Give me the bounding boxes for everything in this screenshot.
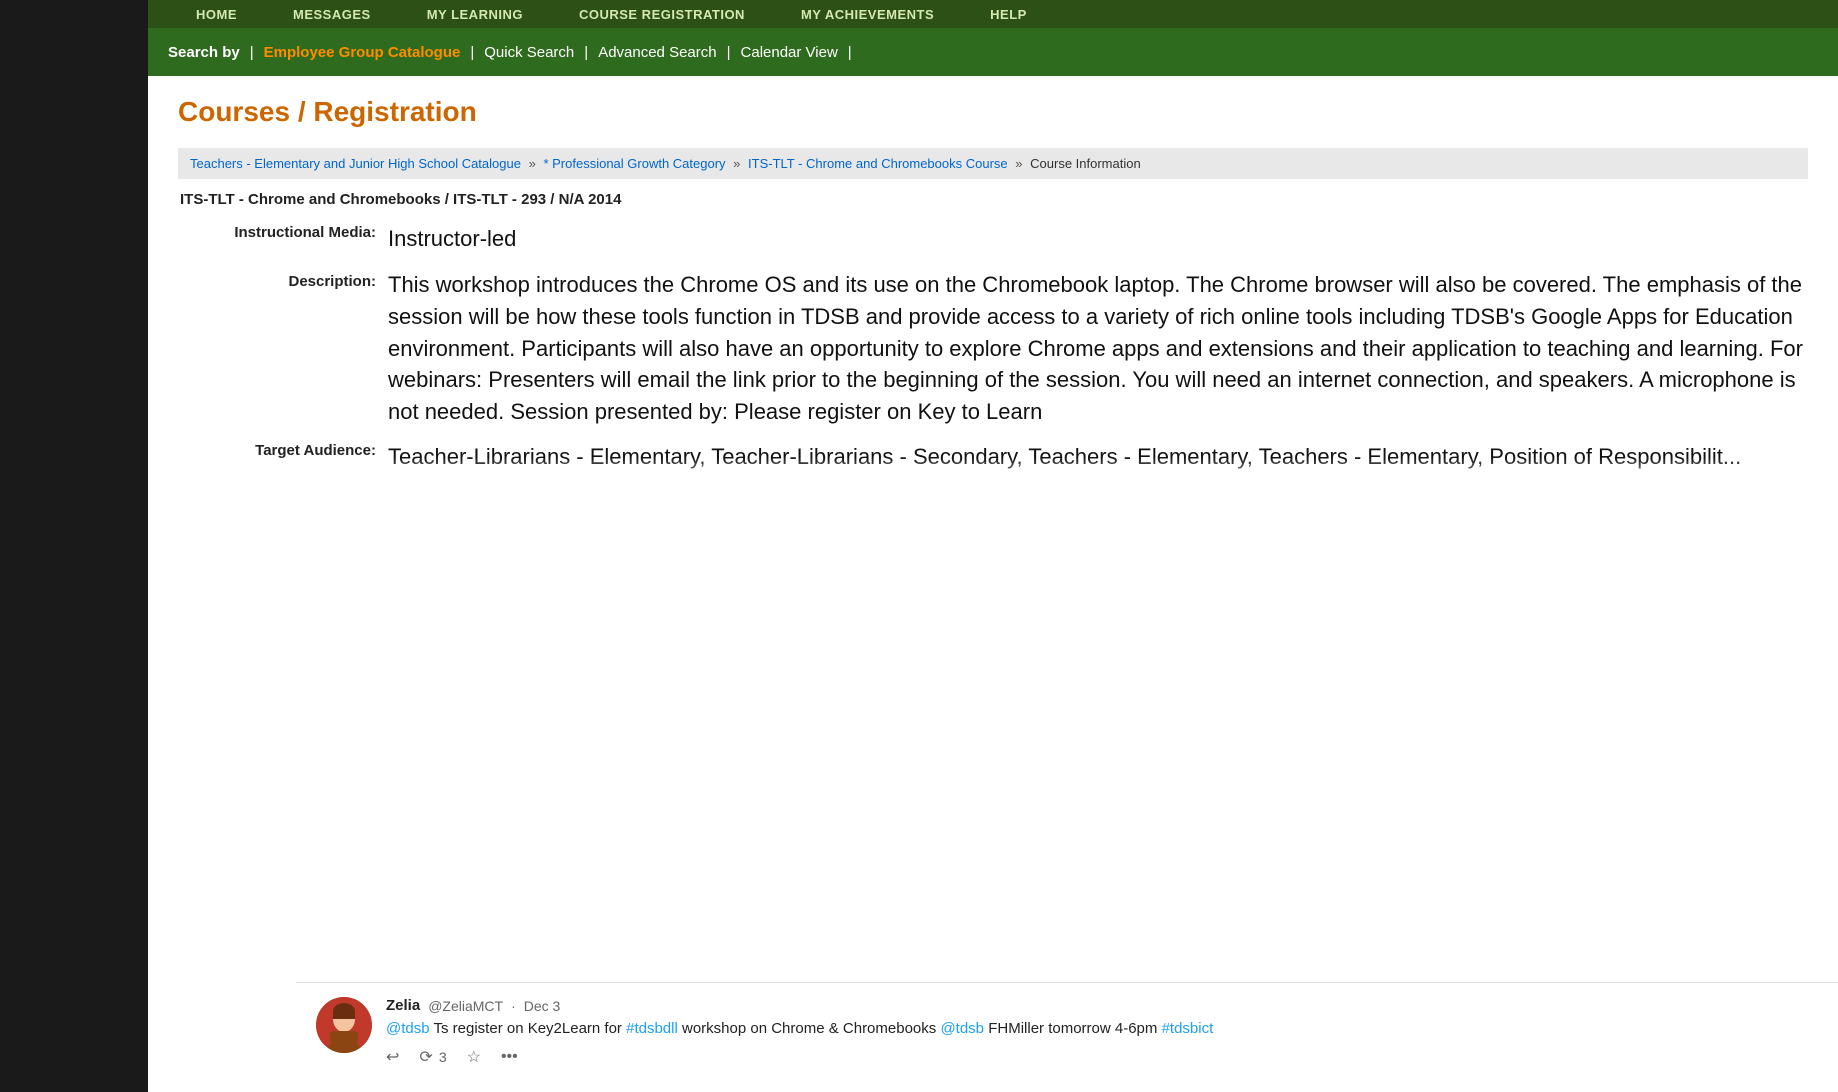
breadcrumb-sep-3: » <box>1015 156 1022 171</box>
breadcrumb: Teachers - Elementary and Junior High Sc… <box>178 148 1808 179</box>
tweet-date: Dec 3 <box>524 998 561 1014</box>
tweet-mention-2[interactable]: @tdsb <box>940 1020 984 1037</box>
tweet-more-button[interactable]: ••• <box>501 1048 518 1066</box>
tweet-text: @tdsb Ts register on Key2Learn for #tdsb… <box>386 1018 1818 1039</box>
nav-my-learning[interactable]: MY LEARNING <box>399 7 551 22</box>
instructional-media-row: Instructional Media: Instructor-led <box>188 224 1808 269</box>
main-wrapper: HOME MESSAGES MY LEARNING COURSE REGISTR… <box>148 0 1838 1092</box>
course-details-container: Instructional Media: Instructor-led Desc… <box>178 224 1808 487</box>
tweet-separator: · <box>511 998 516 1014</box>
breadcrumb-sep-1: » <box>529 156 536 171</box>
instructional-media-value: Instructor-led <box>388 224 1808 269</box>
course-details-table: Instructional Media: Instructor-led Desc… <box>188 224 1808 487</box>
breadcrumb-part-1[interactable]: Teachers - Elementary and Junior High Sc… <box>190 156 521 171</box>
tweet-content: Zelia @ZeliaMCT · Dec 3 @tdsb Ts registe… <box>386 997 1818 1067</box>
description-value: This workshop introduces the Chrome OS a… <box>388 269 1808 442</box>
content-area: Courses / Registration Teachers - Elemen… <box>148 76 1838 507</box>
quick-search-link[interactable]: Quick Search <box>484 44 574 61</box>
search-bar: Search by | Employee Group Catalogue | Q… <box>148 28 1838 76</box>
nav-home[interactable]: HOME <box>168 7 265 22</box>
breadcrumb-sep-2: » <box>733 156 740 171</box>
retweet-count: 3 <box>439 1049 447 1065</box>
course-title: ITS-TLT - Chrome and Chromebooks / ITS-T… <box>178 191 1808 208</box>
tweet-hashtag-1[interactable]: #tdsbdll <box>626 1020 678 1037</box>
search-separator-2: | <box>470 44 474 61</box>
tweet-mention-1[interactable]: @tdsb <box>386 1020 430 1037</box>
more-icon: ••• <box>501 1048 518 1066</box>
employee-group-catalogue-link[interactable]: Employee Group Catalogue <box>264 44 461 61</box>
description-label: Description: <box>188 269 388 442</box>
tweet-text-part-3: FHMiller tomorrow 4-6pm <box>988 1020 1161 1037</box>
tweet-author-handle[interactable]: @ZeliaMCT <box>428 998 503 1014</box>
tweet-text-part-2: workshop on Chrome & Chromebooks <box>682 1020 940 1037</box>
target-audience-row: Target Audience: Teacher-Librarians - El… <box>188 442 1808 487</box>
page-title: Courses / Registration <box>178 96 1808 128</box>
breadcrumb-part-4: Course Information <box>1030 156 1141 171</box>
instructional-media-label: Instructional Media: <box>188 224 388 269</box>
top-nav: HOME MESSAGES MY LEARNING COURSE REGISTR… <box>148 0 1838 28</box>
nav-my-achievements[interactable]: MY ACHIEVEMENTS <box>773 7 962 22</box>
tweet-text-part-1: Ts register on Key2Learn for <box>434 1020 627 1037</box>
search-by-label: Search by <box>168 44 240 61</box>
tweet-hashtag-2[interactable]: #tdsbict <box>1162 1020 1214 1037</box>
reply-icon: ↩ <box>386 1047 399 1067</box>
search-separator-5: | <box>848 44 852 61</box>
tweet-actions: ↩ ⟳ 3 ☆ ••• <box>386 1047 1818 1067</box>
description-row: Description: This workshop introduces th… <box>188 269 1808 442</box>
left-panel <box>0 0 148 1092</box>
nav-help[interactable]: HELP <box>962 7 1055 22</box>
nav-messages[interactable]: MESSAGES <box>265 7 399 22</box>
search-separator-1: | <box>250 44 254 61</box>
tweet-favorite-button[interactable]: ☆ <box>467 1047 481 1067</box>
advanced-search-link[interactable]: Advanced Search <box>598 44 716 61</box>
tweet-author-name: Zelia <box>386 997 420 1014</box>
target-audience-label: Target Audience: <box>188 442 388 487</box>
search-separator-3: | <box>584 44 588 61</box>
tweet-retweet-button[interactable]: ⟳ 3 <box>419 1047 446 1067</box>
tweet-avatar <box>316 997 372 1053</box>
tweet-header: Zelia @ZeliaMCT · Dec 3 <box>386 997 1818 1014</box>
target-audience-value: Teacher-Librarians - Elementary, Teacher… <box>388 442 1808 487</box>
tweet-reply-button[interactable]: ↩ <box>386 1047 399 1067</box>
search-separator-4: | <box>727 44 731 61</box>
breadcrumb-part-2[interactable]: * Professional Growth Category <box>543 156 725 171</box>
favorite-icon: ☆ <box>467 1047 481 1067</box>
breadcrumb-part-3[interactable]: ITS-TLT - Chrome and Chromebooks Course <box>748 156 1008 171</box>
calendar-view-link[interactable]: Calendar View <box>741 44 838 61</box>
tweet-area: Zelia @ZeliaMCT · Dec 3 @tdsb Ts registe… <box>296 982 1838 1092</box>
retweet-icon: ⟳ <box>419 1047 432 1067</box>
nav-course-registration[interactable]: COURSE REGISTRATION <box>551 7 773 22</box>
